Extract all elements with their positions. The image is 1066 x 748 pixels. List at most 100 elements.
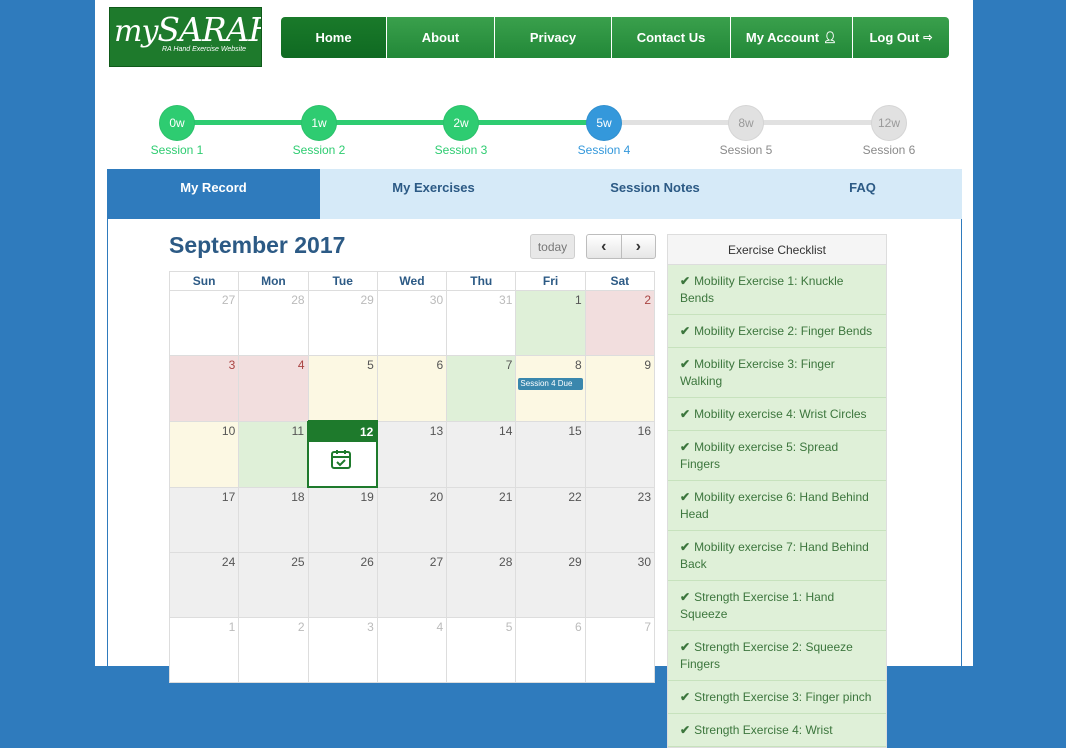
prev-month-button[interactable]: ‹ [587,235,622,258]
calendar-day[interactable]: 19 [307,486,378,553]
progress-step[interactable]: 0w Session 1 [151,105,203,157]
day-number: 4 [297,358,305,372]
checklist-item[interactable]: ✔ Mobility Exercise 2: Finger Bends [668,315,886,348]
calendar-day[interactable]: 7 [584,617,656,683]
calendar-day[interactable]: 30 [376,290,448,356]
checklist-item[interactable]: ✔ Mobility Exercise 1: Knuckle Bends [668,265,886,315]
checklist-item[interactable]: ✔ Mobility exercise 6: Hand Behind Head [668,481,886,531]
progress-step[interactable]: 5w Session 4 [578,105,630,157]
checklist-item[interactable]: ✔ Strength Exercise 4: Wrist [668,714,886,747]
calendar-day[interactable]: 5 [307,355,378,422]
calendar-day[interactable]: 23 [584,486,656,553]
calendar-day[interactable]: 1 [515,290,586,356]
nav-about[interactable]: About [387,17,495,58]
nav-privacy[interactable]: Privacy [495,17,612,58]
tab-my-record[interactable]: My Record [107,169,320,219]
calendar-day[interactable]: 12 [307,420,379,488]
calendar-day[interactable]: 8 Session 4 Due [515,355,586,422]
calendar-day[interactable]: 28 [238,290,309,356]
calendar-day[interactable]: 29 [515,552,586,618]
calendar-day[interactable]: 27 [168,290,240,356]
user-icon: 👤︎ [823,32,838,44]
calendar-day[interactable]: 9 [584,355,656,422]
calendar-day[interactable]: 26 [307,552,378,618]
calendar-day[interactable]: 6 [515,617,586,683]
nav-logout-label: Log Out [869,30,920,45]
calendar-day[interactable]: 5 [446,617,517,683]
calendar-day[interactable]: 2 [584,290,656,356]
calendar-day[interactable]: 18 [238,486,309,553]
month-nav: ‹ › [586,234,656,259]
checklist-item[interactable]: ✔ Strength Exercise 3: Finger pinch [668,681,886,714]
calendar-day[interactable]: 2 [238,617,309,683]
calendar-day[interactable]: 31 [446,290,517,356]
calendar-day[interactable]: 16 [584,420,656,488]
checklist-item-label: Mobility Exercise 3: Finger Walking [680,357,835,388]
progress-step[interactable]: 8w Session 5 [720,105,772,157]
nav-logout[interactable]: Log Out ⇨ [853,17,949,58]
calendar-week: 17 18 19 20 21 22 23 [168,486,656,553]
calendar-day[interactable]: 17 [168,486,240,553]
progress-step[interactable]: 1w Session 2 [293,105,345,157]
day-number: 13 [429,423,444,438]
check-icon: ✔ [680,324,691,338]
day-number: 11 [291,423,305,438]
tab-session-notes[interactable]: Session Notes [547,169,763,219]
next-month-button[interactable]: › [622,235,656,258]
calendar-day[interactable]: 15 [515,420,586,488]
session-progress: 0w Session 1 1w Session 2 2w Session 3 5w Sessi… [95,100,973,160]
calendar-day[interactable]: 7 [446,355,517,422]
calendar-day[interactable]: 10 [168,420,240,488]
calendar-day[interactable]: 28 [446,552,517,618]
calendar-day[interactable]: 4 [238,355,309,422]
calendar-week: 1 2 3 4 5 6 7 [168,617,656,683]
calendar-day[interactable]: 24 [168,552,240,618]
progress-step[interactable]: 2w Session 3 [435,105,487,157]
checklist-item[interactable]: ✔ Mobility exercise 5: Spread Fingers [668,431,886,481]
calendar-day[interactable]: 11 [238,420,309,488]
calendar-day[interactable]: 21 [446,486,517,553]
checklist-item[interactable]: ✔ Mobility exercise 7: Hand Behind Back [668,531,886,581]
day-number: 5 [367,358,374,372]
step-session-label: Session 5 [719,143,773,157]
day-number: 4 [436,620,444,634]
calendar-day[interactable]: 3 [168,355,240,422]
calendar-day[interactable]: 20 [376,486,448,553]
weekday-header: Thu [446,271,517,291]
tab-my-exercises[interactable]: My Exercises [320,169,547,219]
day-number: 7 [644,620,651,634]
calendar-day[interactable]: 6 [376,355,448,422]
checklist-item[interactable]: ✔ Strength Exercise 2: Squeeze Fingers [668,631,886,681]
progress-step[interactable]: 12w Session 6 [863,105,915,157]
calendar-day[interactable]: 14 [446,420,517,488]
tab-faq[interactable]: FAQ [763,169,962,219]
calendar-day[interactable]: 27 [376,552,448,618]
day-number: 23 [637,489,651,504]
calendar-week: 24 25 26 27 28 29 30 [168,552,656,618]
today-button[interactable]: today [530,234,575,259]
sign-out-icon: ⇨ [923,32,933,44]
weekday-header: Mon [238,271,309,291]
calendar-day[interactable]: 13 [376,420,448,488]
calendar-day[interactable]: 29 [307,290,378,356]
checklist-item[interactable]: ✔ Strength Exercise 1: Hand Squeeze [668,581,886,631]
section-tabs: My Record My Exercises Session Notes FAQ [107,169,962,219]
calendar-day[interactable]: 4 [376,617,448,683]
checklist-item[interactable]: ✔ Mobility Exercise 3: Finger Walking [668,348,886,398]
nav-home[interactable]: Home [281,17,387,58]
checklist-item-label: Strength Exercise 4: Wrist [694,723,833,737]
page-container: mySARAH RA Hand Exercise Website Home Ab… [95,0,973,748]
calendar-event[interactable]: Session 4 Due [518,378,583,390]
checklist-item-label: Strength Exercise 2: Squeeze Fingers [680,640,853,671]
calendar-day[interactable]: 25 [238,552,309,618]
site-logo[interactable]: mySARAH RA Hand Exercise Website [109,7,262,67]
day-number: 28 [499,555,513,569]
nav-contact[interactable]: Contact Us [612,17,731,58]
calendar-day[interactable]: 1 [168,617,240,683]
calendar-day[interactable]: 22 [515,486,586,553]
calendar-day[interactable]: 3 [307,617,378,683]
day-number: 16 [637,423,651,438]
calendar-day[interactable]: 30 [584,552,656,618]
checklist-item[interactable]: ✔ Mobility exercise 4: Wrist Circles [668,398,886,431]
nav-my-account[interactable]: My Account 👤︎ [731,17,853,58]
